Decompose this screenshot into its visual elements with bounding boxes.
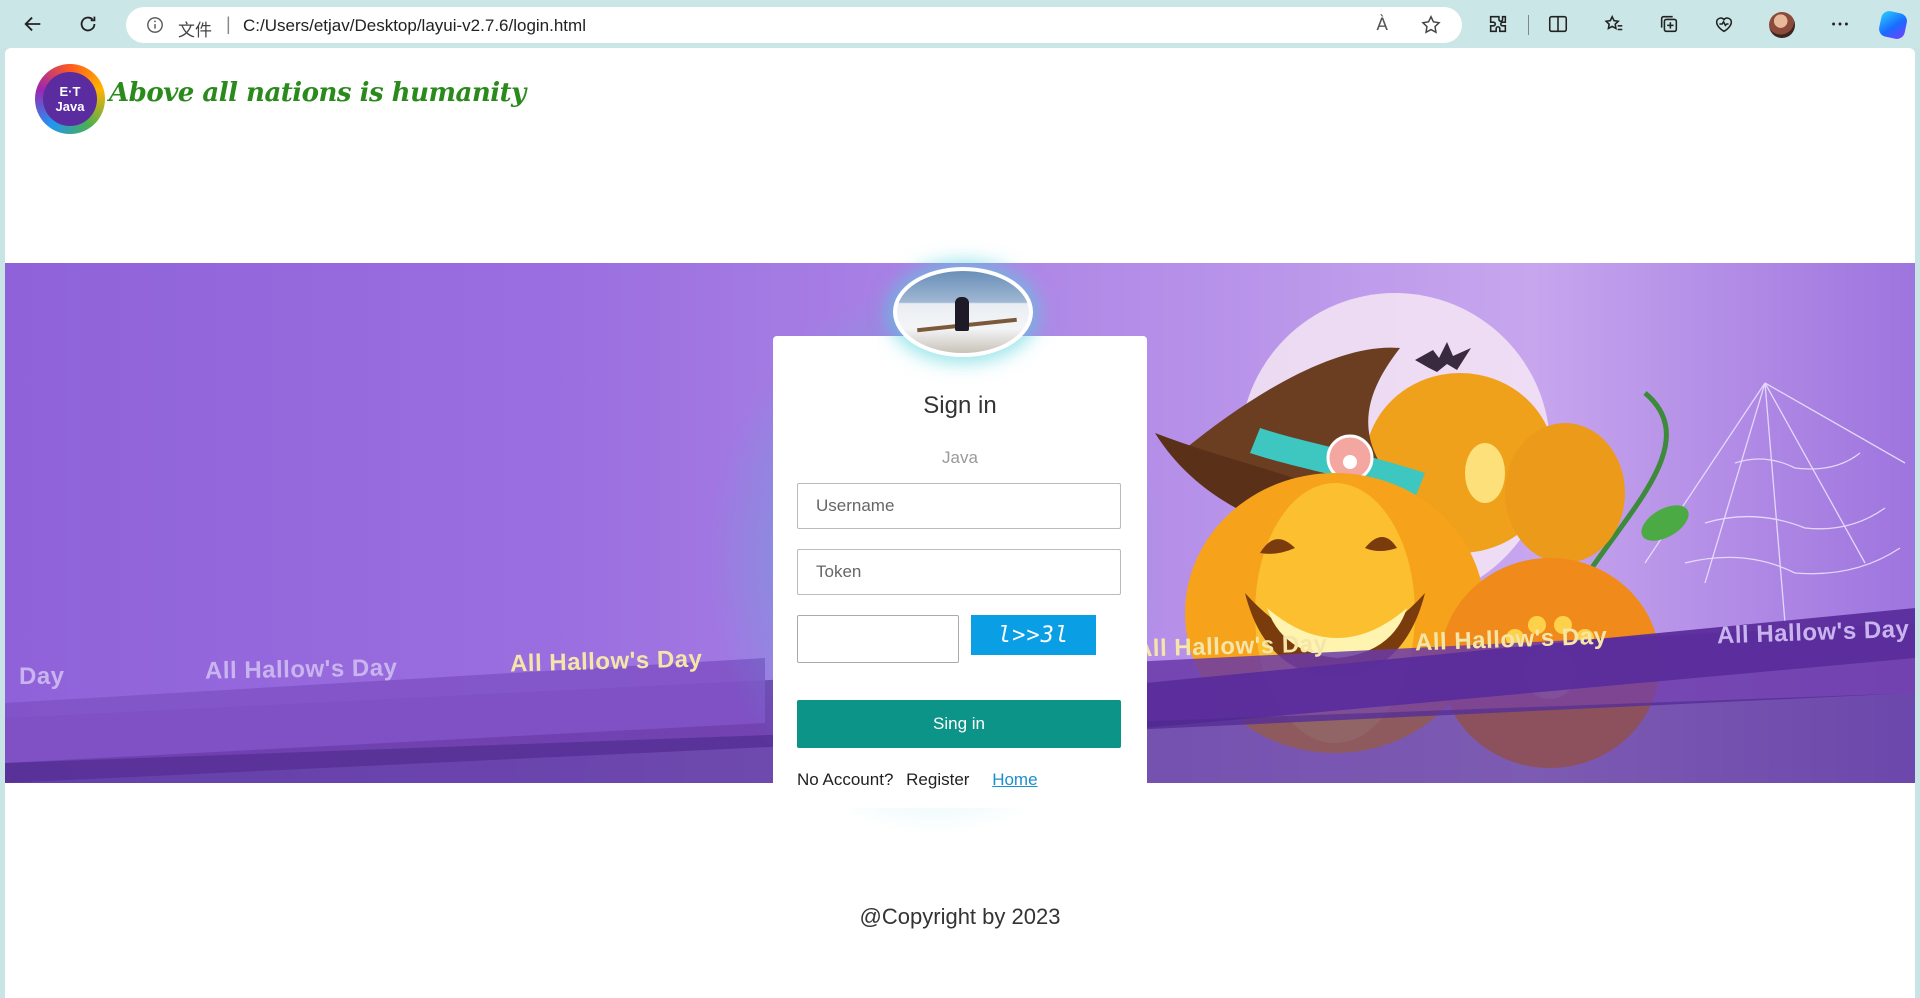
token-input[interactable] [797, 549, 1121, 595]
split-screen-icon[interactable] [1540, 6, 1576, 42]
captcha-image[interactable]: l>>3l [971, 615, 1096, 655]
ribbon-text-3: All Hallow's Day [509, 645, 703, 678]
read-aloud-icon[interactable]: À [1376, 15, 1388, 35]
copilot-icon[interactable] [1877, 9, 1909, 41]
address-separator: | [226, 14, 231, 34]
info-icon[interactable] [146, 16, 164, 34]
captcha-input[interactable] [797, 615, 959, 663]
extensions-icon[interactable] [1480, 6, 1516, 42]
collections-icon[interactable] [1651, 6, 1687, 42]
login-subtitle: Java [942, 448, 978, 467]
refresh-icon[interactable] [70, 6, 106, 42]
page-viewport: E·T Java Above all nations is humanity D… [5, 48, 1915, 998]
toolbar-divider [1528, 15, 1529, 35]
avatar-person [955, 297, 969, 331]
favorite-star-icon[interactable] [1420, 14, 1442, 36]
no-account-text: No Account? [797, 770, 894, 789]
address-bar[interactable]: 文件 | C:/Users/etjav/Desktop/layui-v2.7.6… [126, 7, 1462, 43]
browser-toolbar: 文件 | C:/Users/etjav/Desktop/layui-v2.7.6… [0, 0, 1920, 48]
more-icon[interactable] [1822, 6, 1858, 42]
ribbon-text-1: Day [19, 663, 65, 690]
url-text[interactable]: C:/Users/etjav/Desktop/layui-v2.7.6/logi… [243, 16, 586, 36]
protocol-label: 文件 [178, 21, 212, 40]
logo-line2: Java [55, 99, 85, 114]
sign-in-button[interactable]: Sing in [797, 700, 1121, 748]
copyright-text: @Copyright by 2023 [859, 904, 1061, 929]
favorites-icon[interactable] [1596, 6, 1632, 42]
home-link[interactable]: Home [992, 770, 1037, 789]
profile-avatar[interactable] [1769, 12, 1795, 38]
ribbon-text-4: All Hallow's Day [1134, 630, 1328, 663]
register-link[interactable]: Register [906, 770, 969, 789]
ribbon-text-2: All Hallow's Day [204, 654, 398, 685]
browser-essentials-icon[interactable] [1706, 6, 1742, 42]
user-avatar [893, 267, 1033, 357]
site-slogan: Above all nations is humanity [109, 78, 526, 108]
login-links: No Account? Register Home [797, 770, 1038, 790]
login-card: Sign in Java l>>3l Sing in No Account? R… [773, 336, 1147, 808]
logo-line1: E·T [59, 84, 81, 99]
back-icon[interactable] [15, 6, 51, 42]
username-input[interactable] [797, 483, 1121, 529]
login-title: Sign in [923, 392, 997, 419]
logo-icon: E·T Java [35, 64, 105, 134]
